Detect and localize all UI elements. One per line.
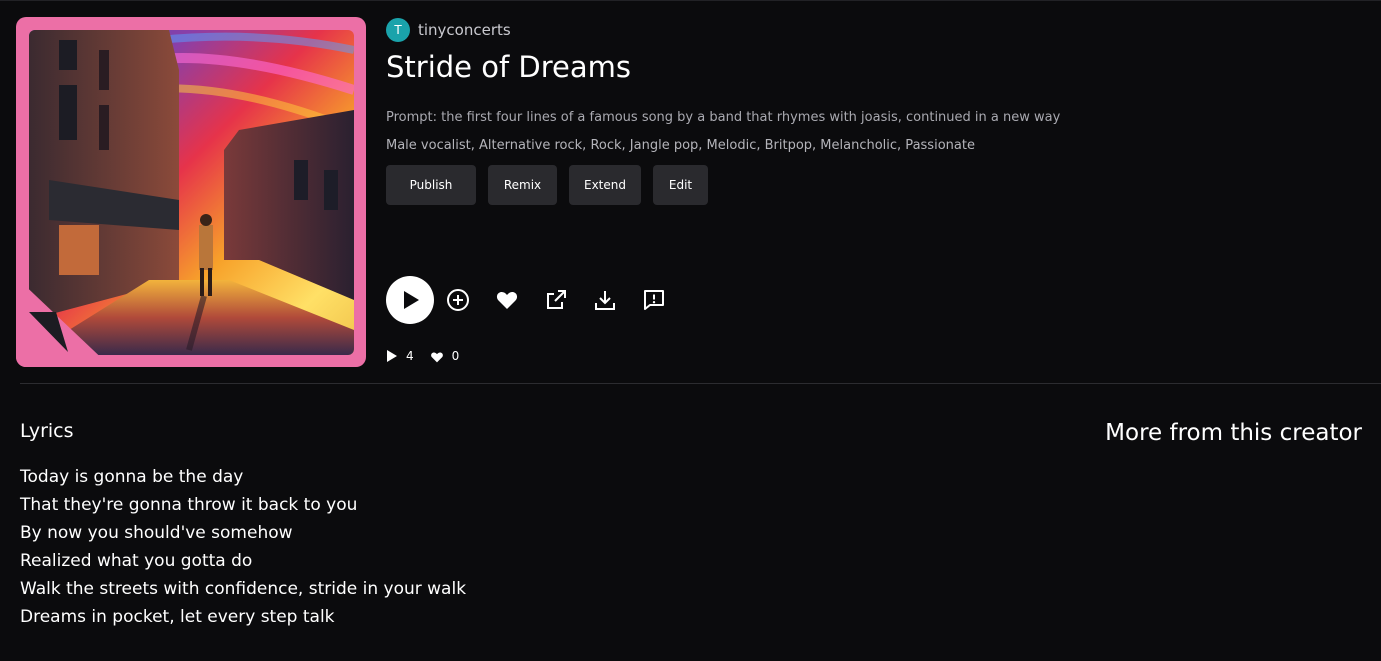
top-border (0, 0, 1381, 1)
song-prompt: Prompt: the first four lines of a famous… (386, 110, 1061, 125)
creator-row[interactable]: T tinyconcerts (386, 18, 511, 42)
play-count-value: 4 (406, 349, 414, 363)
add-to-playlist-button[interactable] (445, 287, 471, 313)
song-title: Stride of Dreams (386, 50, 631, 84)
player-controls (386, 276, 667, 324)
edit-button[interactable]: Edit (653, 165, 708, 205)
lyrics-heading: Lyrics (20, 420, 74, 442)
lyric-line: Today is gonna be the day (20, 467, 244, 487)
download-button[interactable] (592, 287, 618, 313)
publish-button[interactable]: Publish (386, 165, 476, 205)
section-divider (20, 383, 1381, 384)
report-button[interactable] (641, 287, 667, 313)
cover-art-frame[interactable] (16, 17, 366, 367)
lyric-line: Walk the streets with confidence, stride… (20, 579, 467, 599)
like-count: 0 (430, 349, 460, 363)
like-count-icon (430, 351, 443, 362)
share-button[interactable] (543, 287, 569, 313)
creator-name[interactable]: tinyconcerts (418, 21, 511, 39)
action-buttons: Publish Remix Extend Edit (386, 165, 708, 205)
lyric-line: That they're gonna throw it back to you (20, 495, 358, 515)
play-button[interactable] (386, 276, 434, 324)
download-icon (595, 291, 615, 310)
cover-art-image (29, 30, 354, 355)
remix-button[interactable]: Remix (488, 165, 557, 205)
like-button[interactable] (494, 287, 520, 313)
play-icon (404, 291, 419, 309)
more-from-creator-heading: More from this creator (1105, 420, 1362, 446)
creator-avatar[interactable]: T (386, 18, 410, 42)
song-tags: Male vocalist, Alternative rock, Rock, J… (386, 138, 975, 153)
song-stats: 4 0 (386, 349, 475, 363)
play-count: 4 (386, 349, 414, 363)
comment-alert-icon (644, 290, 664, 310)
play-count-icon (387, 350, 397, 362)
external-link-icon (547, 290, 566, 309)
lyric-line: Realized what you gotta do (20, 551, 253, 571)
heart-icon (496, 292, 518, 309)
lyric-line: By now you should've somehow (20, 523, 293, 543)
like-count-value: 0 (451, 349, 460, 363)
lyrics-list: Today is gonna be the day That they're g… (20, 463, 466, 631)
extend-button[interactable]: Extend (569, 165, 641, 205)
plus-circle-icon (447, 289, 469, 311)
lyric-line: Dreams in pocket, let every step talk (20, 607, 335, 627)
